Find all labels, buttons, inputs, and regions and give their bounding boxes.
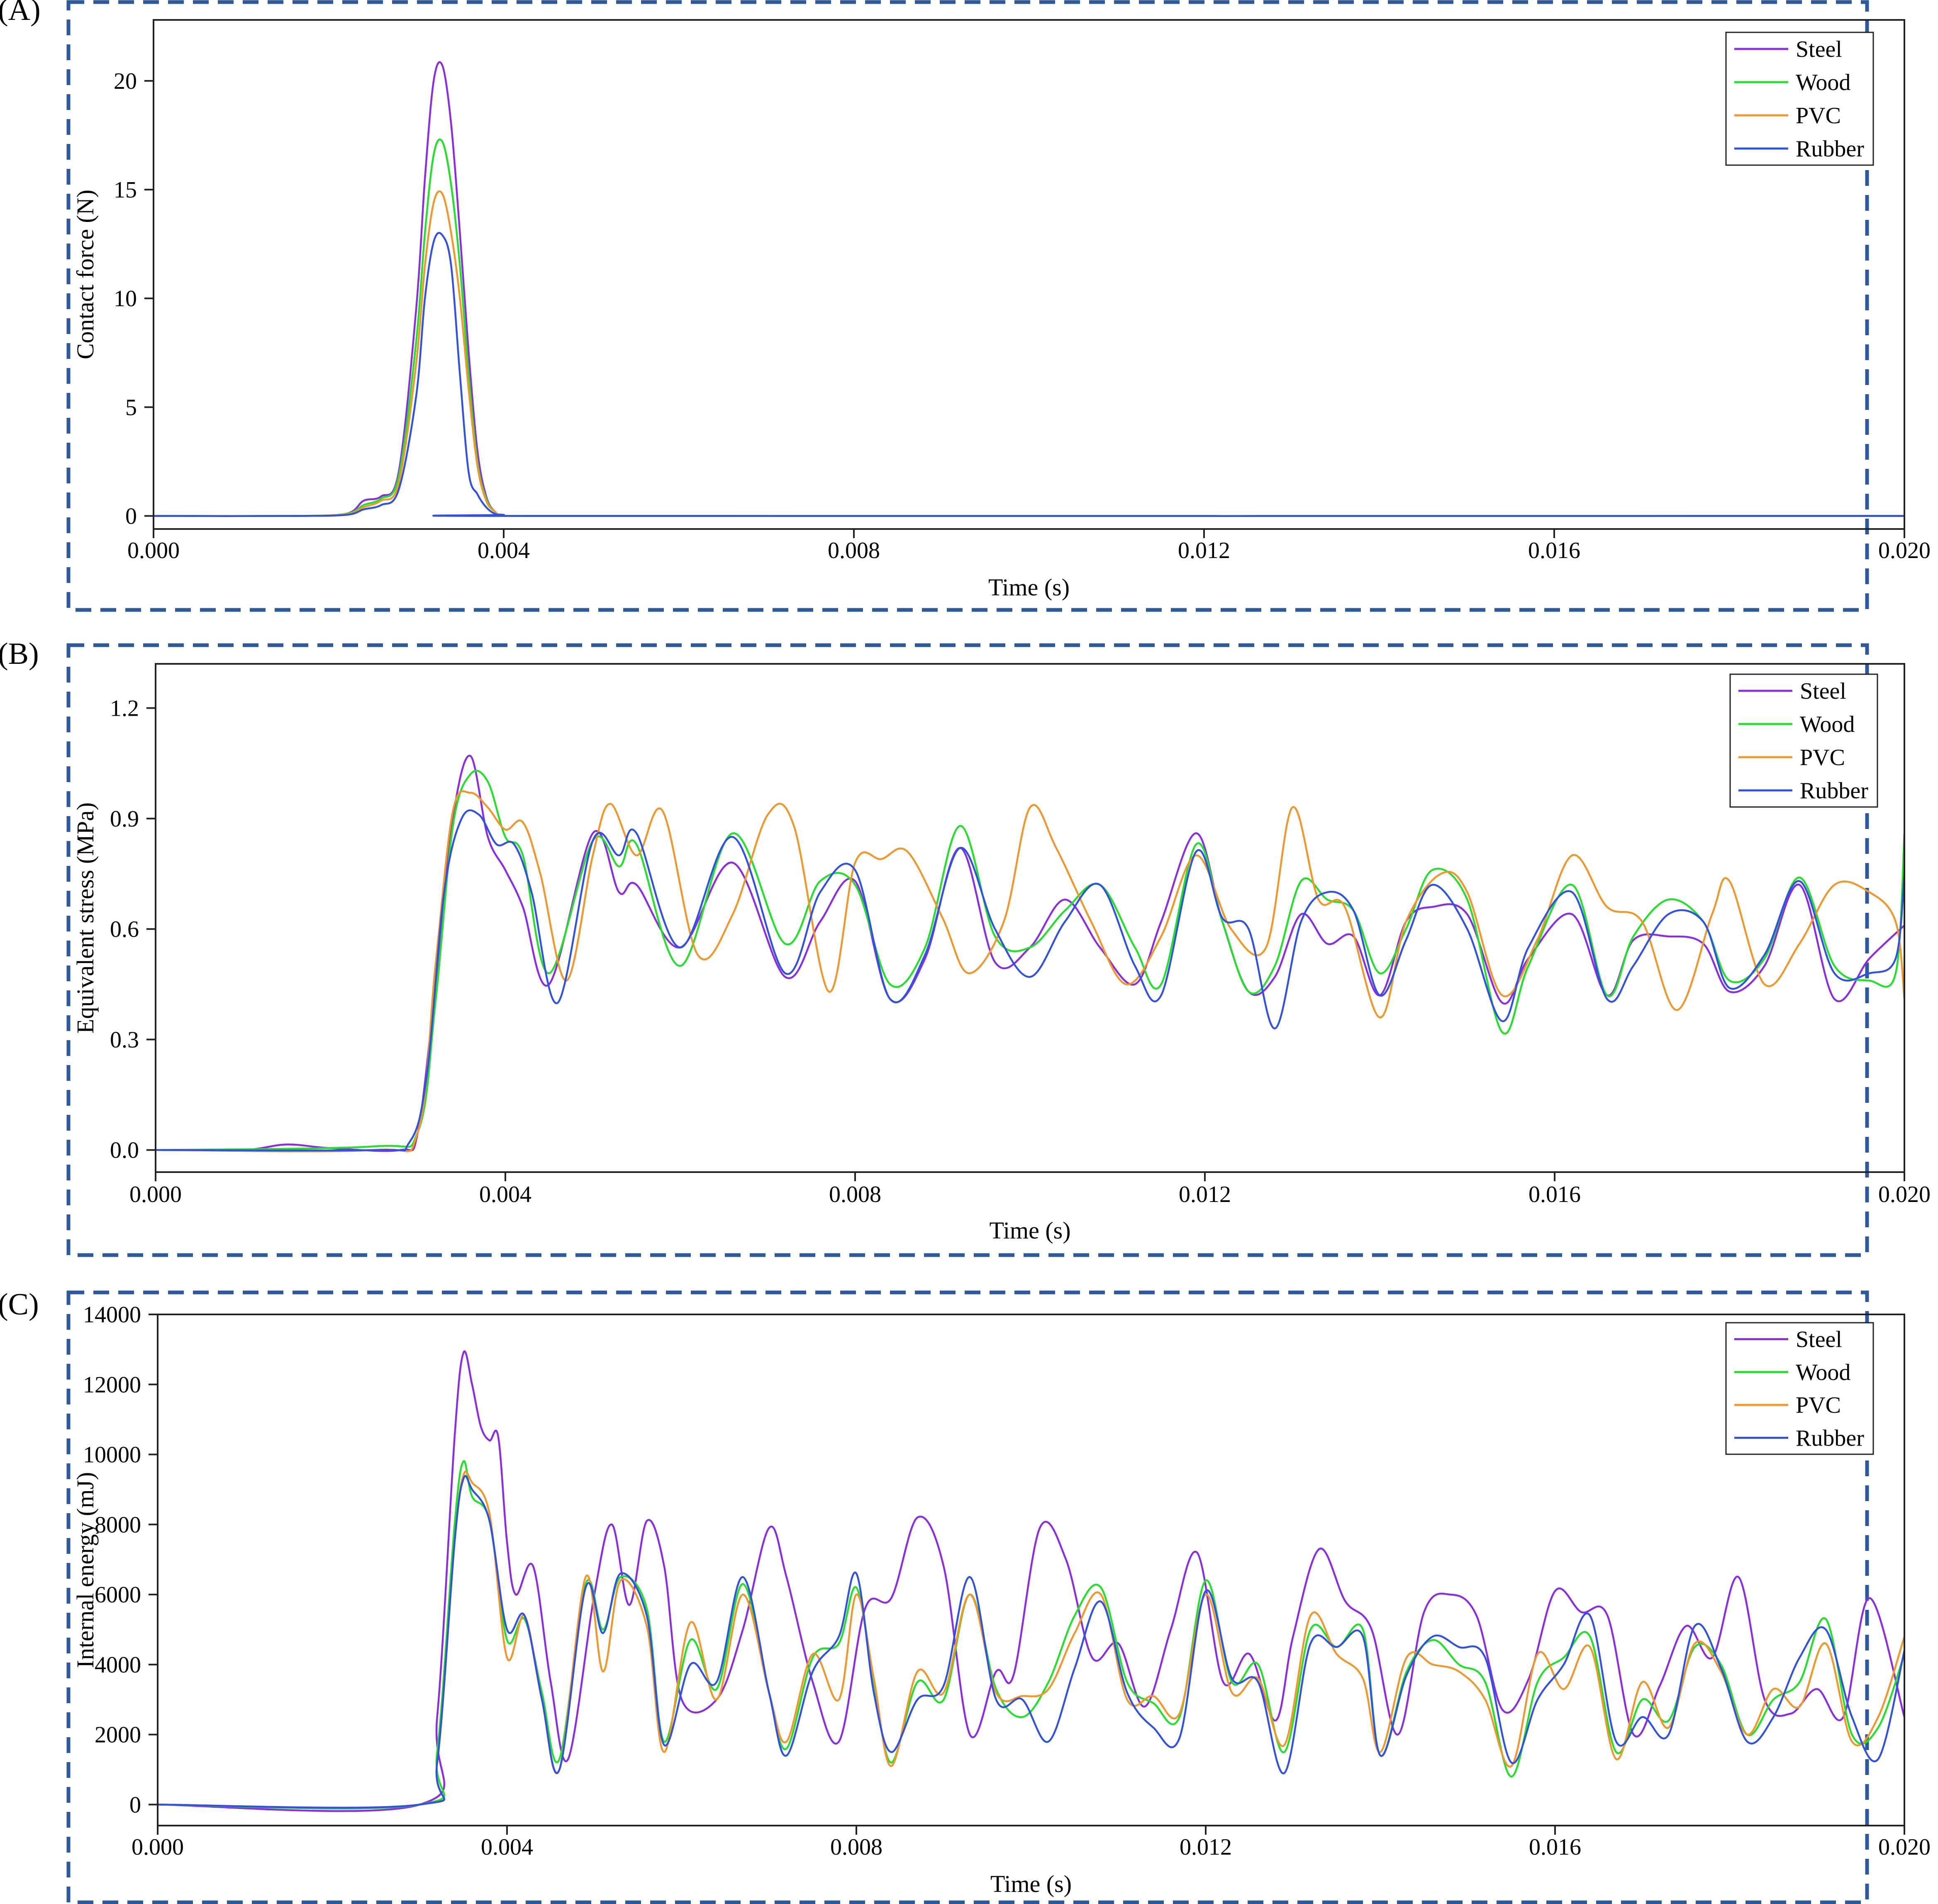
panel-c-ytick-label: 14000 <box>83 1302 141 1328</box>
panel-c-series-rubber <box>158 1475 1904 1809</box>
panel-c-ytick-label: 0 <box>129 1792 141 1818</box>
panel-b-xtick-label: 0.008 <box>829 1182 881 1207</box>
panel-b-legend: Steel Wood PVC Rubber <box>1729 673 1878 808</box>
panel-a-legend-label-rubber: Rubber <box>1796 136 1864 162</box>
panel-a-xtick-label: 0.004 <box>478 538 530 563</box>
panel-a-series-group <box>154 61 1904 517</box>
panel-b-series-pvc <box>156 790 1904 1153</box>
panel-c-ytick-label: 8000 <box>95 1512 141 1538</box>
panel-a-ytick-label: 10 <box>114 286 137 312</box>
panel-b-xtick-label: 0.020 <box>1878 1182 1931 1207</box>
panel-b-xtick-label: 0.004 <box>479 1182 531 1207</box>
panel-c: (C) 0.000 0.004 0.008 0.012 0.016 0.020 0 2000 40… <box>0 1287 1931 1904</box>
panel-b-legend-label-rubber: Rubber <box>1800 778 1868 804</box>
panel-b-ytick-label: 0.3 <box>110 1027 139 1053</box>
panel-c-legend-label-wood: Wood <box>1796 1360 1850 1385</box>
panel-a-xtick-label: 0.008 <box>828 538 880 563</box>
panel-c-legend: Steel Wood PVC Rubber <box>1725 1322 1874 1455</box>
panel-b-ytick-label: 0.6 <box>110 917 139 942</box>
panel-c-xtick-label: 0.000 <box>132 1834 184 1860</box>
panel-b-xtick-label: 0.016 <box>1528 1182 1581 1207</box>
panel-a-tag: (A) <box>0 0 41 27</box>
panel-a-ytick-label: 5 <box>125 395 137 420</box>
panel-a-legend-label-wood: Wood <box>1796 70 1850 95</box>
panel-a-ytick-label: 0 <box>125 504 137 529</box>
panel-c-x-axis-label: Time (s) <box>990 1870 1072 1897</box>
panel-c-tag: (C) <box>0 1287 39 1321</box>
panel-a-series-wood <box>154 138 1904 517</box>
panel-c-ytick-label: 4000 <box>95 1652 141 1678</box>
panel-c-ytick-label: 2000 <box>95 1722 141 1748</box>
panel-b-series-group <box>156 755 1904 1153</box>
panel-a-plot-frame <box>153 19 1905 530</box>
panel-a-series-steel <box>154 61 1904 517</box>
panel-b-x-axis-label: Time (s) <box>989 1217 1070 1244</box>
panel-a-dashed-frame <box>66 0 1869 612</box>
panel-c-ytick-label: 10000 <box>83 1442 141 1468</box>
panel-c-xtick-label: 0.016 <box>1529 1834 1581 1860</box>
panel-c-series-pvc <box>158 1470 1904 1809</box>
panel-a: (A) 0.000 0.004 0.008 0.012 0.016 0.020 0 5 10 15 2… <box>0 0 1931 612</box>
panel-c-series-steel <box>158 1350 1904 1812</box>
panel-b-dashed-frame <box>66 643 1869 1257</box>
panel-a-xtick-label: 0.016 <box>1528 538 1580 563</box>
panel-b-tag: (B) <box>0 637 39 671</box>
panel-b-ytick-label: 0.9 <box>110 806 139 832</box>
panel-c-legend-label-steel: Steel <box>1796 1327 1842 1353</box>
panel-c-legend-label-pvc: PVC <box>1796 1392 1841 1418</box>
panel-a-xtick-label: 0.020 <box>1878 538 1931 563</box>
panel-b-y-axis-label: Equivalent stress (MPa) <box>72 802 99 1034</box>
panel-c-ytick-label: 6000 <box>95 1582 141 1608</box>
panel-b-plot-frame <box>155 663 1905 1173</box>
panel-a-legend-label-steel: Steel <box>1796 37 1842 62</box>
panel-a-ytick-label: 20 <box>114 68 137 94</box>
panel-a-x-axis-label: Time (s) <box>988 574 1070 601</box>
panel-a-series-pvc <box>154 190 1904 517</box>
panel-c-xtick-label: 0.004 <box>481 1834 533 1860</box>
panel-b-xtick-label: 0.012 <box>1179 1182 1231 1207</box>
panel-a-legend: Steel Wood PVC Rubber <box>1725 32 1874 166</box>
panel-c-series-wood <box>158 1460 1904 1810</box>
panel-c-ytick-label: 12000 <box>83 1372 141 1398</box>
figure: (A)0.000 0.004 0.008 0.012 0.016 0.0200510152… <box>0 0 1931 1904</box>
panel-b-legend-label-wood: Wood <box>1800 712 1855 737</box>
panel-c-legend-label-rubber: Rubber <box>1796 1425 1864 1451</box>
panel-c-series-group <box>158 1350 1904 1812</box>
panel-b-legend-label-steel: Steel <box>1800 678 1846 704</box>
panel-b-ytick-label: 0.0 <box>110 1138 139 1163</box>
panel-b-legend-label-pvc: PVC <box>1800 745 1845 770</box>
panel-c-xtick-label: 0.008 <box>830 1834 882 1860</box>
panel-b-xtick-label: 0.000 <box>129 1182 182 1207</box>
panel-b-series-rubber <box>156 809 1904 1152</box>
panel-a-y-axis-label: Contact force (N) <box>72 190 99 359</box>
panel-a-xtick-label: 0.000 <box>127 538 180 563</box>
panel-a-legend-label-pvc: PVC <box>1796 103 1841 129</box>
panel-c-xtick-label: 0.012 <box>1180 1834 1232 1860</box>
panel-b: (B) 0.000 0.004 0.008 0.012 0.016 0.020 0.0 0.3 0… <box>0 637 1931 1257</box>
panel-b-ytick-label: 1.2 <box>110 696 139 722</box>
panel-a-ytick-label: 15 <box>114 177 137 203</box>
panel-a-xtick-label: 0.012 <box>1178 538 1230 563</box>
panel-b-series-wood <box>156 770 1904 1151</box>
panel-c-xtick-label: 0.020 <box>1878 1834 1931 1860</box>
panel-a-series-rubber <box>154 232 1904 517</box>
panel-c-y-axis-label: Internal energy (mJ) <box>72 1472 99 1668</box>
